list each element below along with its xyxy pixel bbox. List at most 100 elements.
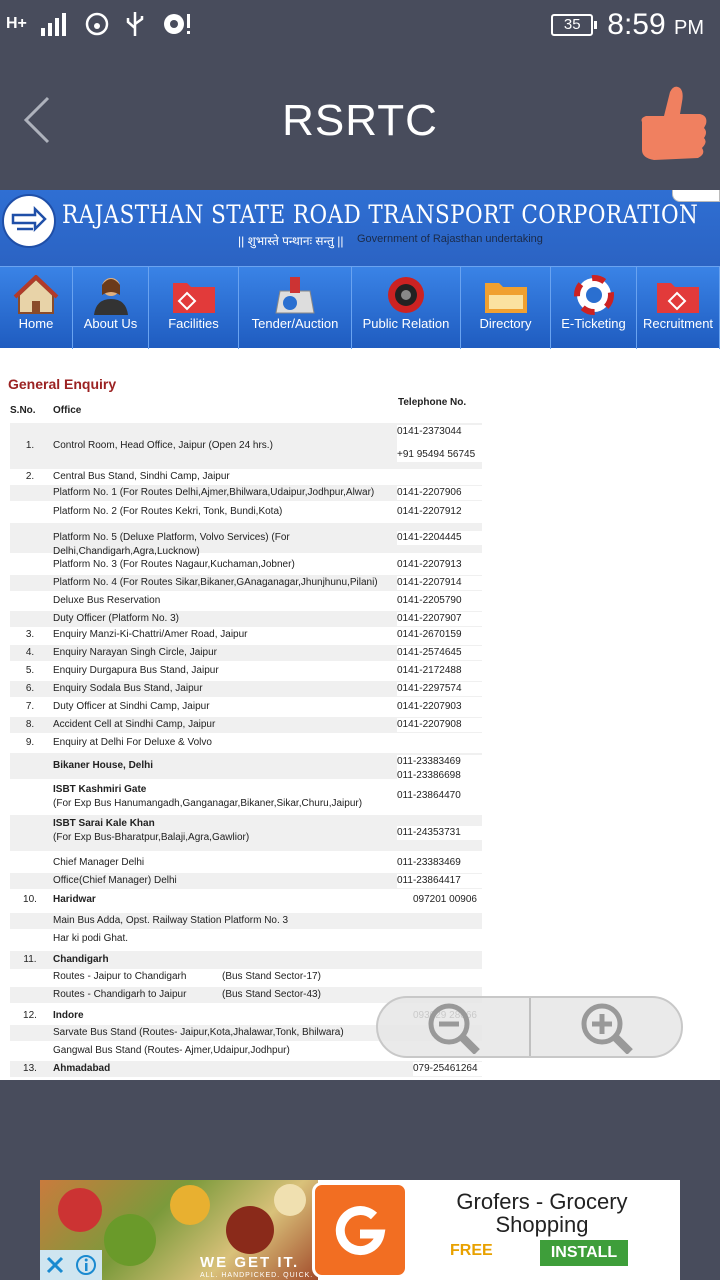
row-sno: 5. [25,665,35,676]
nav-directory[interactable]: Directory [461,267,551,349]
row-phone[interactable]: 0141-2574645 [397,646,482,660]
phone-number[interactable]: 0141-2207906 [397,486,482,500]
ad-close-button[interactable] [40,1250,70,1280]
table-row: 2. Central Bus Stand, Sindhi Camp, Jaipur [10,469,482,485]
office-text: Gangwal Bus Stand (Routes- Ajmer,Udaipur… [53,1045,290,1056]
phone-number[interactable]: 011-23864470 [397,789,482,803]
office-bus-stand: (Bus Stand Sector-43) [222,989,321,1000]
row-office: Routes - Chandigarh to Jaipur (Bus Stand … [53,988,398,1002]
phone-number[interactable]: 0141-2574645 [397,646,482,660]
phone-number[interactable]: 0141-2172488 [397,664,482,678]
phone-number[interactable]: 0141-2207913 [397,558,482,572]
nav-e-ticketing[interactable]: E-Ticketing [551,267,637,349]
row-phone[interactable]: 011-23864470 [397,789,482,803]
phone-number[interactable]: 079-25461264 [413,1062,498,1076]
office-text: Enquiry Durgapura Bus Stand, Jaipur [53,665,219,676]
row-sno: 2. [25,471,35,482]
ad-info-button[interactable] [70,1250,102,1280]
office-text: Enquiry at Delhi For Deluxe & Volvo [53,737,212,748]
web-view[interactable]: RAJASTHAN STATE ROAD TRANSPORT CORPORATI… [0,190,720,1080]
nav-public-relation[interactable]: Public Relation [352,267,461,349]
nav-recruitment[interactable]: Recruitment [637,267,720,349]
phone-number-2[interactable]: +91 95494 56745 [397,448,482,462]
info-icon [76,1255,96,1275]
phone-number[interactable]: 0141-2207903 [397,700,482,714]
zoom-out-button[interactable] [378,998,529,1056]
table-row: 3. Enquiry Manzi-Ki-Chattri/Amer Road, Ja… [10,627,482,643]
page-content: General Enquiry [0,376,720,392]
nav-home[interactable]: Home [0,267,73,349]
nav-facilities[interactable]: Facilities [149,267,239,349]
signal-icon [40,13,66,36]
row-phone[interactable]: 0141-2172488 [397,664,482,678]
row-phone[interactable]: 011-24353731 [397,826,482,840]
phone-number[interactable]: 011-24353731 [397,826,482,840]
table-row: 5. Enquiry Durgapura Bus Stand, Jaipur 014… [10,663,482,679]
thumbs-up-icon[interactable] [634,82,712,166]
office-text: Accident Cell at Sindhi Camp, Jaipur [53,719,216,730]
office-text: Chief Manager Delhi [53,857,145,868]
row-office: Enquiry Narayan Singh Circle, Jaipur [53,646,398,660]
row-phone[interactable]: 011-23864417 [397,874,482,888]
table-row: Chief Manager Delhi 011-23383469 [10,855,482,871]
phone-number[interactable]: 011-23383469 [397,856,482,870]
wifi-icon [85,12,109,36]
row-phone[interactable]: 011-23383469 [397,856,482,870]
row-office: Bikaner House, Delhi [53,759,398,773]
row-phone[interactable]: 0141-2207906 [397,486,482,500]
nav-about-us[interactable]: About Us [73,267,149,349]
phone-number[interactable]: 0141-2207914 [397,576,482,590]
table-row: Platform No. 1 (For Routes Delhi,Ajmer,B… [10,485,482,501]
ad-banner[interactable]: WE GET IT. ALL. HANDPICKED. QUICK. Grofe… [40,1180,680,1280]
row-phone[interactable]: 0141-2207913 [397,558,482,572]
row-phone[interactable]: 0141-2207907 [397,612,482,626]
row-phone[interactable]: 0141-2373044 +91 95494 56745 [397,425,482,462]
row-phone[interactable]: 0141-2204445 [397,531,482,545]
zoom-in-button[interactable] [528,998,682,1056]
table-row: 4. Enquiry Narayan Singh Circle, Jaipur 01… [10,645,482,661]
phone-number[interactable]: 011-23864417 [397,874,482,888]
phone-number[interactable]: 0141-2297574 [397,682,482,696]
table-row: Platform No. 2 (For Routes Kekri, Tonk, … [10,503,482,521]
phone-number[interactable]: 0141-2207912 [397,505,482,519]
office-bus-stand: (Bus Stand Sector-17) [222,971,321,982]
row-phone[interactable]: 079-25461264 [413,1062,498,1076]
office-text: ISBT Kashmiri Gate [53,784,147,795]
directory-folder-icon [484,283,527,313]
row-office: Gangwal Bus Stand (Routes- Ajmer,Udaipur… [53,1044,398,1058]
row-phone[interactable]: 097201 00906 [413,893,498,907]
nav-tender-auction[interactable]: Tender/Auction [239,267,352,349]
row-sno: 4. [25,647,35,658]
office-text: Bikaner House, Delhi [53,760,154,771]
phone-number[interactable]: 097201 00906 [413,893,498,907]
ad-install-button[interactable]: INSTALL [540,1240,628,1266]
row-phone[interactable]: 0141-2297574 [397,682,482,696]
office-text: Routes - Chandigarh to Jaipur [53,989,187,1000]
row-phone[interactable]: 0141-2207912 [397,505,482,519]
row-phone[interactable]: 0141-2207903 [397,700,482,714]
phone-number[interactable]: 0141-2205790 [397,594,482,608]
row-phone[interactable]: 0141-2205790 [397,594,482,608]
row-phone[interactable]: 0141-2670159 [397,628,482,642]
phone-number[interactable]: 0141-2670159 [397,628,482,642]
row-phone[interactable]: 011-23383469 011-23386698 [397,755,482,783]
row-sno: 9. [25,737,35,748]
row-phone[interactable]: 0141-2207908 [397,718,482,732]
table-row: Main Bus Adda, Opst. Railway Station Pla… [10,913,482,929]
phone-number[interactable]: 0141-2207907 [397,612,482,626]
phone-number[interactable]: 011-23383469 [397,755,482,769]
ad-tagline-2: ALL. HANDPICKED. QUICK. [200,1272,314,1279]
ad-title: Grofers - Grocery Shopping [456,1189,628,1237]
table-row: Platform No. 3 (For Routes Nagaur,Kucham… [10,557,482,573]
row-office: ISBT Kashmiri Gate (For Exp Bus Hanumanga… [53,783,398,811]
close-icon [46,1256,64,1274]
phone-number[interactable]: 0141-2207908 [397,718,482,732]
row-sno: 10. [23,894,37,905]
phone-number[interactable]: 0141-2204445 [397,531,482,545]
row-phone[interactable]: 0141-2207914 [397,576,482,590]
grofers-logo-icon [312,1182,408,1278]
table-row: Deluxe Bus Reservation 0141-2205790 [10,593,482,609]
office-text: Sarvate Bus Stand (Routes- Jaipur,Kota,J… [53,1027,344,1038]
phone-number[interactable]: 0141-2373044 [397,425,482,439]
table-row: 11. Chandigarh [10,951,482,969]
